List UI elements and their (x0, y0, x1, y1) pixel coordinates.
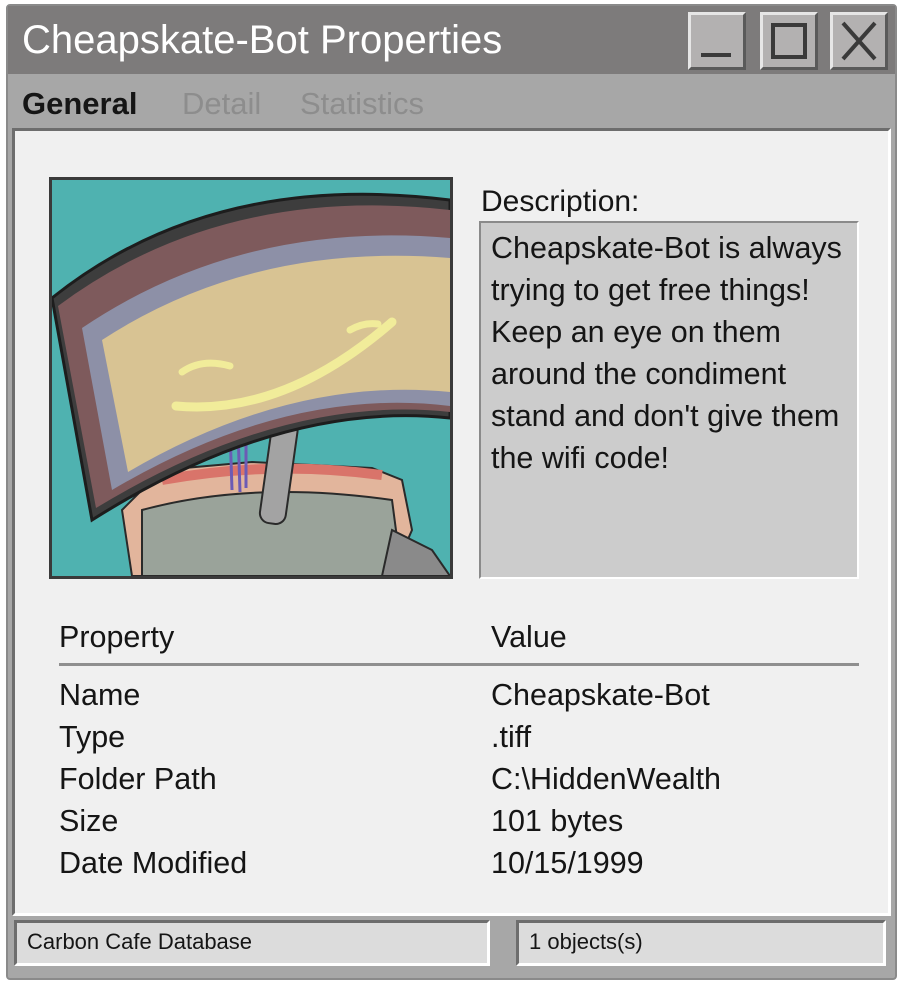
close-icon (841, 21, 877, 61)
property-value: .tiff (491, 720, 532, 754)
minimize-button[interactable] (688, 12, 746, 70)
property-table-header: Property Value (59, 619, 859, 665)
property-column-header: Property (59, 620, 175, 654)
value-column-header: Value (491, 620, 567, 654)
property-name: Date Modified (59, 846, 248, 880)
general-panel: Description: Cheapskate-Bot is always tr… (12, 128, 891, 916)
property-value: 101 bytes (491, 804, 624, 838)
property-name: Folder Path (59, 762, 217, 796)
description-text: Cheapskate-Bot is always trying to get f… (479, 221, 859, 579)
minimize-icon (701, 53, 731, 57)
maximize-button[interactable] (760, 12, 818, 70)
table-row: Date Modified 10/15/1999 (59, 845, 859, 887)
tab-detail[interactable]: Detail (182, 86, 261, 122)
property-rows: Name Cheapskate-Bot Type .tiff Folder Pa… (59, 677, 859, 887)
table-row: Type .tiff (59, 719, 859, 761)
property-value: Cheapskate-Bot (491, 678, 710, 712)
properties-window: Cheapskate-Bot Properties General Detail… (6, 4, 897, 980)
status-object-count: 1 objects(s) (516, 920, 886, 966)
header-divider (59, 663, 859, 666)
close-button[interactable] (830, 12, 888, 70)
property-name: Name (59, 678, 141, 712)
monitor-robot-illustration (52, 180, 450, 576)
maximize-icon (771, 23, 807, 59)
table-row: Size 101 bytes (59, 803, 859, 845)
title-bar[interactable]: Cheapskate-Bot Properties (8, 6, 895, 74)
property-name: Type (59, 720, 126, 754)
status-database: Carbon Cafe Database (14, 920, 490, 966)
table-row: Folder Path C:\HiddenWealth (59, 761, 859, 803)
character-picture (49, 177, 453, 579)
tab-bar: General Detail Statistics (8, 80, 895, 128)
property-value: 10/15/1999 (491, 846, 644, 880)
tab-general[interactable]: General (22, 86, 137, 122)
window-title: Cheapskate-Bot Properties (22, 18, 503, 62)
property-name: Size (59, 804, 119, 838)
tab-statistics[interactable]: Statistics (300, 86, 424, 122)
description-label: Description: (481, 185, 640, 218)
property-value: C:\HiddenWealth (491, 762, 722, 796)
table-row: Name Cheapskate-Bot (59, 677, 859, 719)
